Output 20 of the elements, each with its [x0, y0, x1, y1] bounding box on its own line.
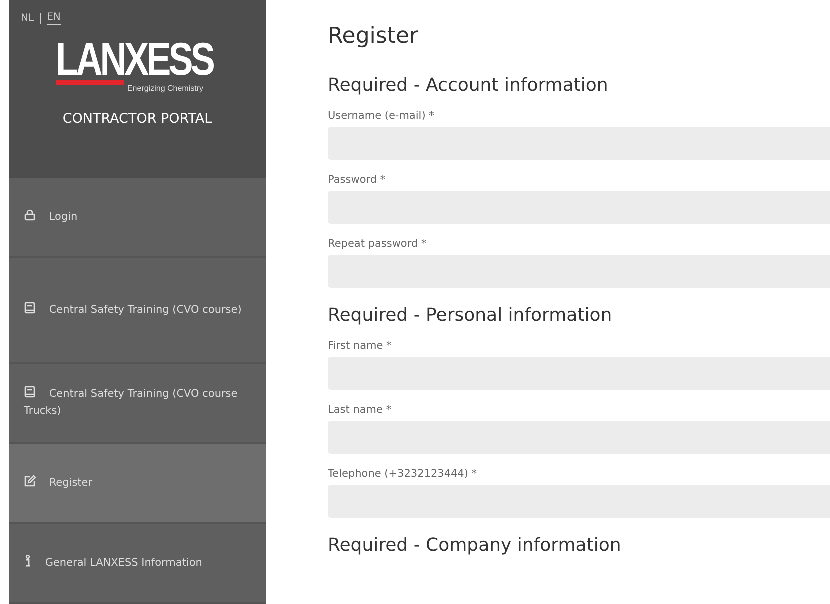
field-label: Last name *: [328, 404, 393, 416]
field-label: First name *: [328, 340, 393, 352]
section-heading: Required - Personal information: [328, 305, 614, 326]
field-label: Username (e-mail) *: [328, 110, 436, 122]
section-heading: Required - Company information: [328, 535, 622, 556]
sidebar-item[interactable]: General LANXESS Information: [9, 524, 266, 604]
field-label: Password *: [328, 174, 387, 186]
language-link[interactable]: EN: [47, 12, 61, 25]
field-label: Repeat password *: [328, 238, 428, 250]
section-heading: Required - Account information: [328, 75, 610, 96]
language-link[interactable]: NL: [21, 12, 34, 24]
field-label: Telephone (+3232123444) *: [328, 468, 478, 480]
sidebar-item[interactable]: Register: [9, 444, 266, 524]
logo-wordmark: XESS: [124, 39, 213, 79]
logo-wordmark: LAN: [56, 39, 124, 79]
logo-tagline: Energizing Chemistry: [127, 84, 204, 93]
sidebar-item[interactable]: Central Safety Training (CVO course): [9, 258, 266, 364]
portal-title: CONTRACTOR PORTAL: [62, 111, 212, 127]
page-title: Register: [328, 24, 420, 49]
sidebar-item[interactable]: Login: [9, 178, 266, 258]
